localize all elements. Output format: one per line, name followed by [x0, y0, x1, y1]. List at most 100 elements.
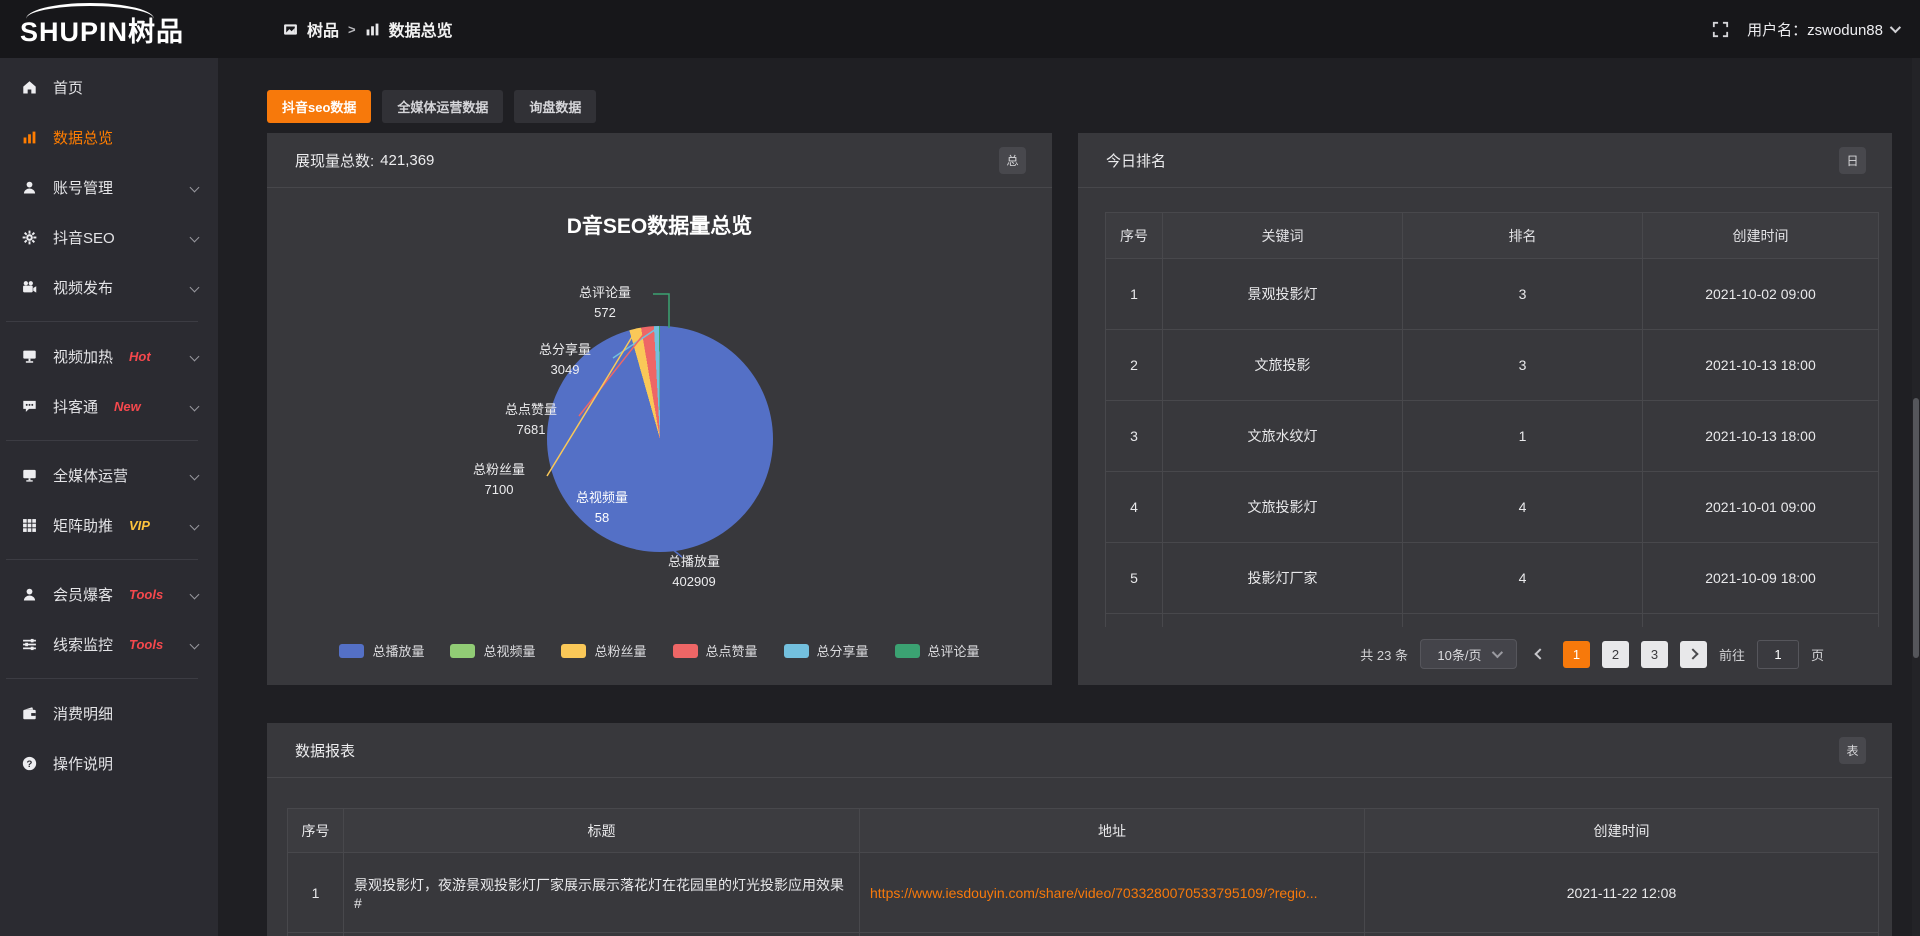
legend-item-comments[interactable]: 总评论量	[895, 641, 980, 660]
sidebar-item-leads-monitor[interactable]: 线索监控 Tools	[0, 619, 218, 669]
pie-label-fans: 总粉丝量7100	[449, 460, 549, 500]
ranking-table: 序号 关键词 排名 创建时间 1 景观投影灯 3 2021-10-02 09:0…	[1105, 212, 1879, 627]
legend-swatch	[339, 644, 364, 658]
header-right: 用户名：zswodun88	[1712, 0, 1898, 58]
video-link[interactable]: https://www.iesdouyin.com/share/video/70…	[870, 885, 1318, 901]
bar-chart-icon	[365, 22, 380, 37]
chevron-right-icon	[1688, 648, 1699, 659]
hot-badge: Hot	[129, 349, 151, 364]
vip-badge: VIP	[129, 518, 150, 533]
logo-text: SHUPIN树品	[20, 17, 184, 47]
screen: SHUPIN树品 树品 > 数据总览 用户名：zswodun88 首页 数据总览	[0, 0, 1920, 936]
breadcrumb-separator: >	[348, 22, 356, 37]
chevron-down-icon	[1890, 22, 1901, 33]
sidebar-item-omnimedia[interactable]: 全媒体运营	[0, 450, 218, 500]
table-view-button[interactable]: 表	[1839, 737, 1866, 764]
chevron-down-icon	[1491, 647, 1502, 658]
page-size-select[interactable]: 10条/页	[1420, 639, 1517, 669]
report-table: 序号 标题 地址 创建时间 1 景观投影灯，夜游景观投影灯厂家展示展示落花灯在花…	[287, 808, 1879, 936]
metric-value: 421,369	[380, 152, 434, 169]
legend-swatch	[784, 644, 809, 658]
table-row: 1 景观投影灯，夜游景观投影灯厂家展示展示落花灯在花园里的灯光投影应用效果 # …	[288, 853, 1879, 933]
scrollbar[interactable]	[1912, 58, 1920, 936]
sidebar-item-label: 抖音SEO	[53, 227, 115, 248]
site-icon	[283, 22, 298, 37]
goto-page-input[interactable]	[1757, 640, 1799, 669]
data-tabs: 抖音seo数据 全媒体运营数据 询盘数据	[267, 90, 596, 123]
sidebar-item-data-overview[interactable]: 数据总览	[0, 112, 218, 162]
sidebar-item-label: 线索监控	[53, 634, 113, 655]
chevron-down-icon	[190, 639, 200, 649]
user-icon	[22, 180, 37, 195]
username: 用户名：zswodun88	[1747, 19, 1883, 40]
metric-label: 展现量总数:	[295, 150, 374, 171]
sidebar-item-label: 矩阵助推	[53, 515, 113, 536]
page-button-2[interactable]: 2	[1602, 641, 1629, 668]
fullscreen-icon[interactable]	[1712, 21, 1729, 38]
sidebar-item-help[interactable]: ? 操作说明	[0, 738, 218, 788]
logo-arc	[26, 3, 154, 19]
prev-page-button[interactable]	[1529, 641, 1551, 667]
ranking-table-header: 序号 关键词 排名 创建时间	[1106, 213, 1879, 259]
sidebar-item-douyin-seo[interactable]: 抖音SEO	[0, 212, 218, 262]
sidebar-item-video-heat[interactable]: 视频加热 Hot	[0, 331, 218, 381]
legend-item-likes[interactable]: 总点赞量	[673, 641, 758, 660]
legend-item-videos[interactable]: 总视频量	[450, 641, 535, 660]
tab-inquiry[interactable]: 询盘数据	[514, 90, 596, 123]
ranking-card-header: 今日排名 日	[1078, 133, 1892, 188]
tab-omnimedia[interactable]: 全媒体运营数据	[382, 90, 503, 123]
ranking-title: 今日排名	[1106, 150, 1166, 171]
table-row-clipped	[1106, 614, 1879, 627]
home-icon	[22, 80, 37, 95]
svg-text:?: ?	[27, 758, 33, 769]
sidebar-divider	[6, 678, 198, 679]
breadcrumb-current[interactable]: 数据总览	[389, 17, 453, 41]
tab-douyin-seo[interactable]: 抖音seo数据	[267, 90, 371, 123]
chevron-down-icon	[190, 351, 200, 361]
sidebar-item-spend-detail[interactable]: 消费明细	[0, 688, 218, 738]
video-camera-icon	[22, 280, 37, 295]
total-view-button[interactable]: 总	[999, 147, 1026, 174]
sidebar-item-label: 消费明细	[53, 703, 113, 724]
legend-item-fans[interactable]: 总粉丝量	[561, 641, 646, 660]
sidebar-item-label: 视频发布	[53, 277, 113, 298]
scrollbar-thumb[interactable]	[1913, 398, 1919, 658]
sidebar-item-home[interactable]: 首页	[0, 62, 218, 112]
sidebar-item-matrix-boost[interactable]: 矩阵助推 VIP	[0, 500, 218, 550]
legend-swatch	[561, 644, 586, 658]
pie-label-plays: 总播放量402909	[639, 552, 749, 592]
user-menu[interactable]: 用户名：zswodun88	[1747, 19, 1898, 40]
legend-item-shares[interactable]: 总分享量	[784, 641, 869, 660]
sidebar-item-member-burst[interactable]: 会员爆客 Tools	[0, 569, 218, 619]
daily-view-button[interactable]: 日	[1839, 147, 1866, 174]
sidebar-item-label: 操作说明	[53, 753, 113, 774]
sidebar-item-label: 会员爆客	[53, 584, 113, 605]
logo: SHUPIN树品	[20, 10, 184, 49]
sidebar-item-doketong[interactable]: 抖客通 New	[0, 381, 218, 431]
breadcrumb-root[interactable]: 树品	[307, 17, 339, 41]
report-card: 数据报表 表 序号 标题 地址 创建时间 1 景观投影灯，夜游景观投影灯厂家展示…	[267, 723, 1892, 936]
goto-label: 前往	[1719, 645, 1745, 664]
sidebar-item-account[interactable]: 账号管理	[0, 162, 218, 212]
gear-icon	[22, 230, 37, 245]
wallet-icon	[22, 706, 37, 721]
chevron-down-icon	[190, 470, 200, 480]
table-row: 3 文旅水纹灯 1 2021-10-13 18:00	[1106, 401, 1879, 472]
sidebar-item-video-publish[interactable]: 视频发布	[0, 262, 218, 312]
bar-chart-icon	[22, 130, 37, 145]
sidebar-divider	[6, 321, 198, 322]
chevron-down-icon	[190, 401, 200, 411]
chevron-down-icon	[190, 182, 200, 192]
page-button-1[interactable]: 1	[1563, 641, 1590, 668]
sidebar-item-label: 数据总览	[53, 127, 113, 148]
pie-label-likes: 总点赞量7681	[481, 400, 581, 440]
pagination-total: 共 23 条	[1360, 645, 1408, 664]
member-icon	[22, 587, 37, 602]
sidebar-divider	[6, 559, 198, 560]
next-page-button[interactable]	[1680, 641, 1707, 668]
pagination: 共 23 条 10条/页 1 2 3 前往 页	[1078, 639, 1892, 669]
page-button-3[interactable]: 3	[1641, 641, 1668, 668]
new-badge: New	[114, 399, 141, 414]
legend-item-plays[interactable]: 总播放量	[339, 641, 424, 660]
pie-label-comments: 总评论量572	[555, 283, 655, 323]
